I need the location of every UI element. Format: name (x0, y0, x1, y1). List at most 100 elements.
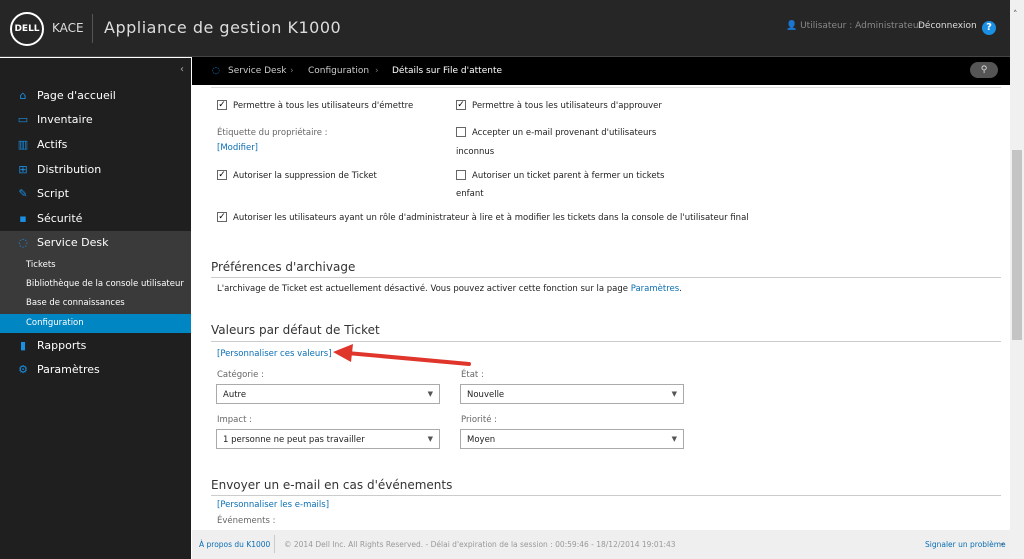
sidebar-item-label: Page d'accueil (37, 88, 116, 102)
copyright: © 2014 Dell Inc. All Rights Reserved. - … (284, 540, 676, 549)
archive-text-end: . (679, 284, 682, 294)
help-icon[interactable]: ? (982, 21, 996, 35)
sidebar-item-reports[interactable]: ▮ Rapports (0, 333, 191, 357)
sidebar-item-distribution[interactable]: ⊞ Distribution (0, 157, 191, 181)
allow-delete-checkbox[interactable]: ✓ (217, 170, 227, 180)
sidebar-item-label: Paramètres (37, 362, 100, 376)
user-name: Utilisateur : Administrateur (800, 21, 923, 31)
assets-icon: ▥ (17, 137, 29, 151)
dell-logo: DELL (10, 12, 44, 46)
footer: À propos du K1000 © 2014 Dell Inc. All R… (192, 530, 1010, 559)
dropdown-arrow-icon: ▼ (671, 435, 677, 443)
category-value: Autre (223, 390, 247, 400)
page-scrollbar[interactable]: ˄ (1010, 0, 1024, 559)
impact-select[interactable]: 1 personne ne peut pas travailler ▼ (216, 429, 440, 449)
chevron-down-icon[interactable]: ⌄ (999, 538, 1005, 547)
sidebar-item-gear[interactable]: ⚙ Paramètres (0, 357, 191, 381)
archive-text: L'archivage de Ticket est actuellement d… (217, 284, 629, 294)
about-link[interactable]: À propos du K1000 (199, 540, 270, 549)
category-label: Catégorie : (217, 370, 264, 380)
checkbox-label: Autoriser un ticket parent à fermer un t… (472, 171, 665, 181)
checkbox-label: Permettre à tous les utilisateurs d'appr… (472, 101, 662, 111)
priority-select[interactable]: Moyen ▼ (460, 429, 684, 449)
sidebar-subitem[interactable]: Configuration (0, 314, 191, 333)
scrollbar-thumb[interactable] (1012, 150, 1022, 340)
header: DELL KACE Appliance de gestion K1000 👤 U… (0, 0, 1010, 57)
search-button[interactable]: ⚲ (970, 62, 998, 78)
chevron-icon: › (375, 66, 379, 76)
checkbox-label: Accepter un e-mail provenant d'utilisate… (472, 128, 657, 138)
archive-section-title: Préférences d'archivage (211, 260, 356, 274)
red-arrow-annotation (333, 344, 471, 366)
collapse-sidebar-icon[interactable]: ‹ (180, 64, 184, 75)
sidebar-item-label: Service Desk (37, 235, 109, 249)
user-label: 👤 Utilisateur : Administrateur (786, 21, 922, 31)
customize-values-link[interactable]: [Personnaliser ces valeurs] (217, 349, 332, 359)
breadcrumb-configuration[interactable]: Configuration (308, 66, 369, 76)
scroll-up-icon[interactable]: ˄ (1013, 10, 1018, 20)
sidebar-item-service-desk[interactable]: ◌ Service Desk (0, 230, 191, 254)
customize-emails-link[interactable]: [Personnaliser les e-mails] (217, 500, 329, 510)
checkbox-label: Permettre à tous les utilisateurs d'émet… (233, 101, 414, 111)
defaults-section-title: Valeurs par défaut de Ticket (211, 323, 380, 337)
email-section-title: Envoyer un e-mail en cas d'événements (211, 478, 453, 492)
accept-unknown-email-checkbox[interactable] (456, 127, 466, 137)
breadcrumb-service-desk[interactable]: Service Desk (228, 66, 287, 76)
sidebar-subitem[interactable]: Tickets (0, 256, 191, 275)
service-desk-icon: ◌ (212, 66, 220, 76)
admin-edit-checkbox[interactable]: ✓ (217, 212, 227, 222)
breadcrumb-current: Détails sur File d'attente (392, 66, 503, 76)
distribution-icon: ⊞ (18, 162, 28, 176)
chevron-icon: › (290, 66, 294, 76)
sidebar-item-home[interactable]: ⌂ Page d'accueil (0, 83, 191, 107)
dropdown-arrow-icon: ▼ (427, 435, 433, 443)
app-title: Appliance de gestion K1000 (104, 18, 342, 37)
state-value: Nouvelle (467, 390, 505, 400)
modify-owner-link[interactable]: [Modifier] (217, 143, 258, 153)
divider (211, 87, 1001, 88)
owner-label: Étiquette du propriétaire : (217, 128, 328, 138)
events-label: Événements : (217, 516, 276, 526)
allow-approve-checkbox[interactable]: ✓ (456, 100, 466, 110)
priority-label: Priorité : (461, 415, 498, 425)
home-icon: ⌂ (19, 88, 27, 102)
impact-label: Impact : (217, 415, 252, 425)
lock-icon: ▪ (19, 211, 27, 225)
checkbox-label: Autoriser la suppression de Ticket (233, 171, 377, 181)
gear-icon: ⚙ (18, 362, 28, 376)
divider (274, 535, 275, 553)
parent-close-child-checkbox[interactable] (456, 170, 466, 180)
logout-link[interactable]: Déconnexion (918, 21, 977, 31)
sidebar-subitem[interactable]: Bibliothèque de la console utilisateur (0, 275, 191, 294)
service-desk-icon: ◌ (18, 235, 28, 249)
sidebar-item-monitor[interactable]: ▭ Inventaire (0, 107, 191, 131)
sidebar-item-label: Sécurité (37, 211, 83, 225)
sidebar-subitem[interactable]: Base de connaissances (0, 294, 191, 313)
sidebar-item-script[interactable]: ✎ Script (0, 181, 191, 205)
dropdown-arrow-icon: ▼ (427, 390, 433, 398)
state-select[interactable]: Nouvelle ▼ (460, 384, 684, 404)
report-problem-link[interactable]: Signaler un problème (925, 540, 1006, 549)
sidebar-item-label: Actifs (37, 137, 68, 151)
divider (211, 277, 1001, 278)
sidebar-item-label: Script (37, 186, 69, 200)
sidebar-item-lock[interactable]: ▪ Sécurité (0, 206, 191, 230)
dropdown-arrow-icon: ▼ (671, 390, 677, 398)
main-content: ✓ Permettre à tous les utilisateurs d'ém… (192, 85, 1010, 530)
settings-link[interactable]: Paramètres (631, 284, 679, 294)
user-icon: 👤 (786, 21, 798, 31)
script-icon: ✎ (18, 186, 28, 200)
allow-submit-checkbox[interactable]: ✓ (217, 100, 227, 110)
reports-icon: ▮ (19, 338, 27, 352)
impact-value: 1 personne ne peut pas travailler (223, 435, 365, 445)
checkbox-label: enfant (456, 189, 484, 199)
category-select[interactable]: Autre ▼ (216, 384, 440, 404)
sidebar-item-label: Rapports (37, 338, 87, 352)
state-label: État : (461, 370, 484, 380)
divider (211, 495, 1001, 496)
sidebar-item-label: Distribution (37, 162, 102, 176)
brand: KACE (52, 21, 84, 35)
priority-value: Moyen (467, 435, 496, 445)
sidebar-item-assets[interactable]: ▥ Actifs (0, 132, 191, 156)
breadcrumb: ◌ Service Desk › Configuration › Détails… (192, 57, 1010, 85)
